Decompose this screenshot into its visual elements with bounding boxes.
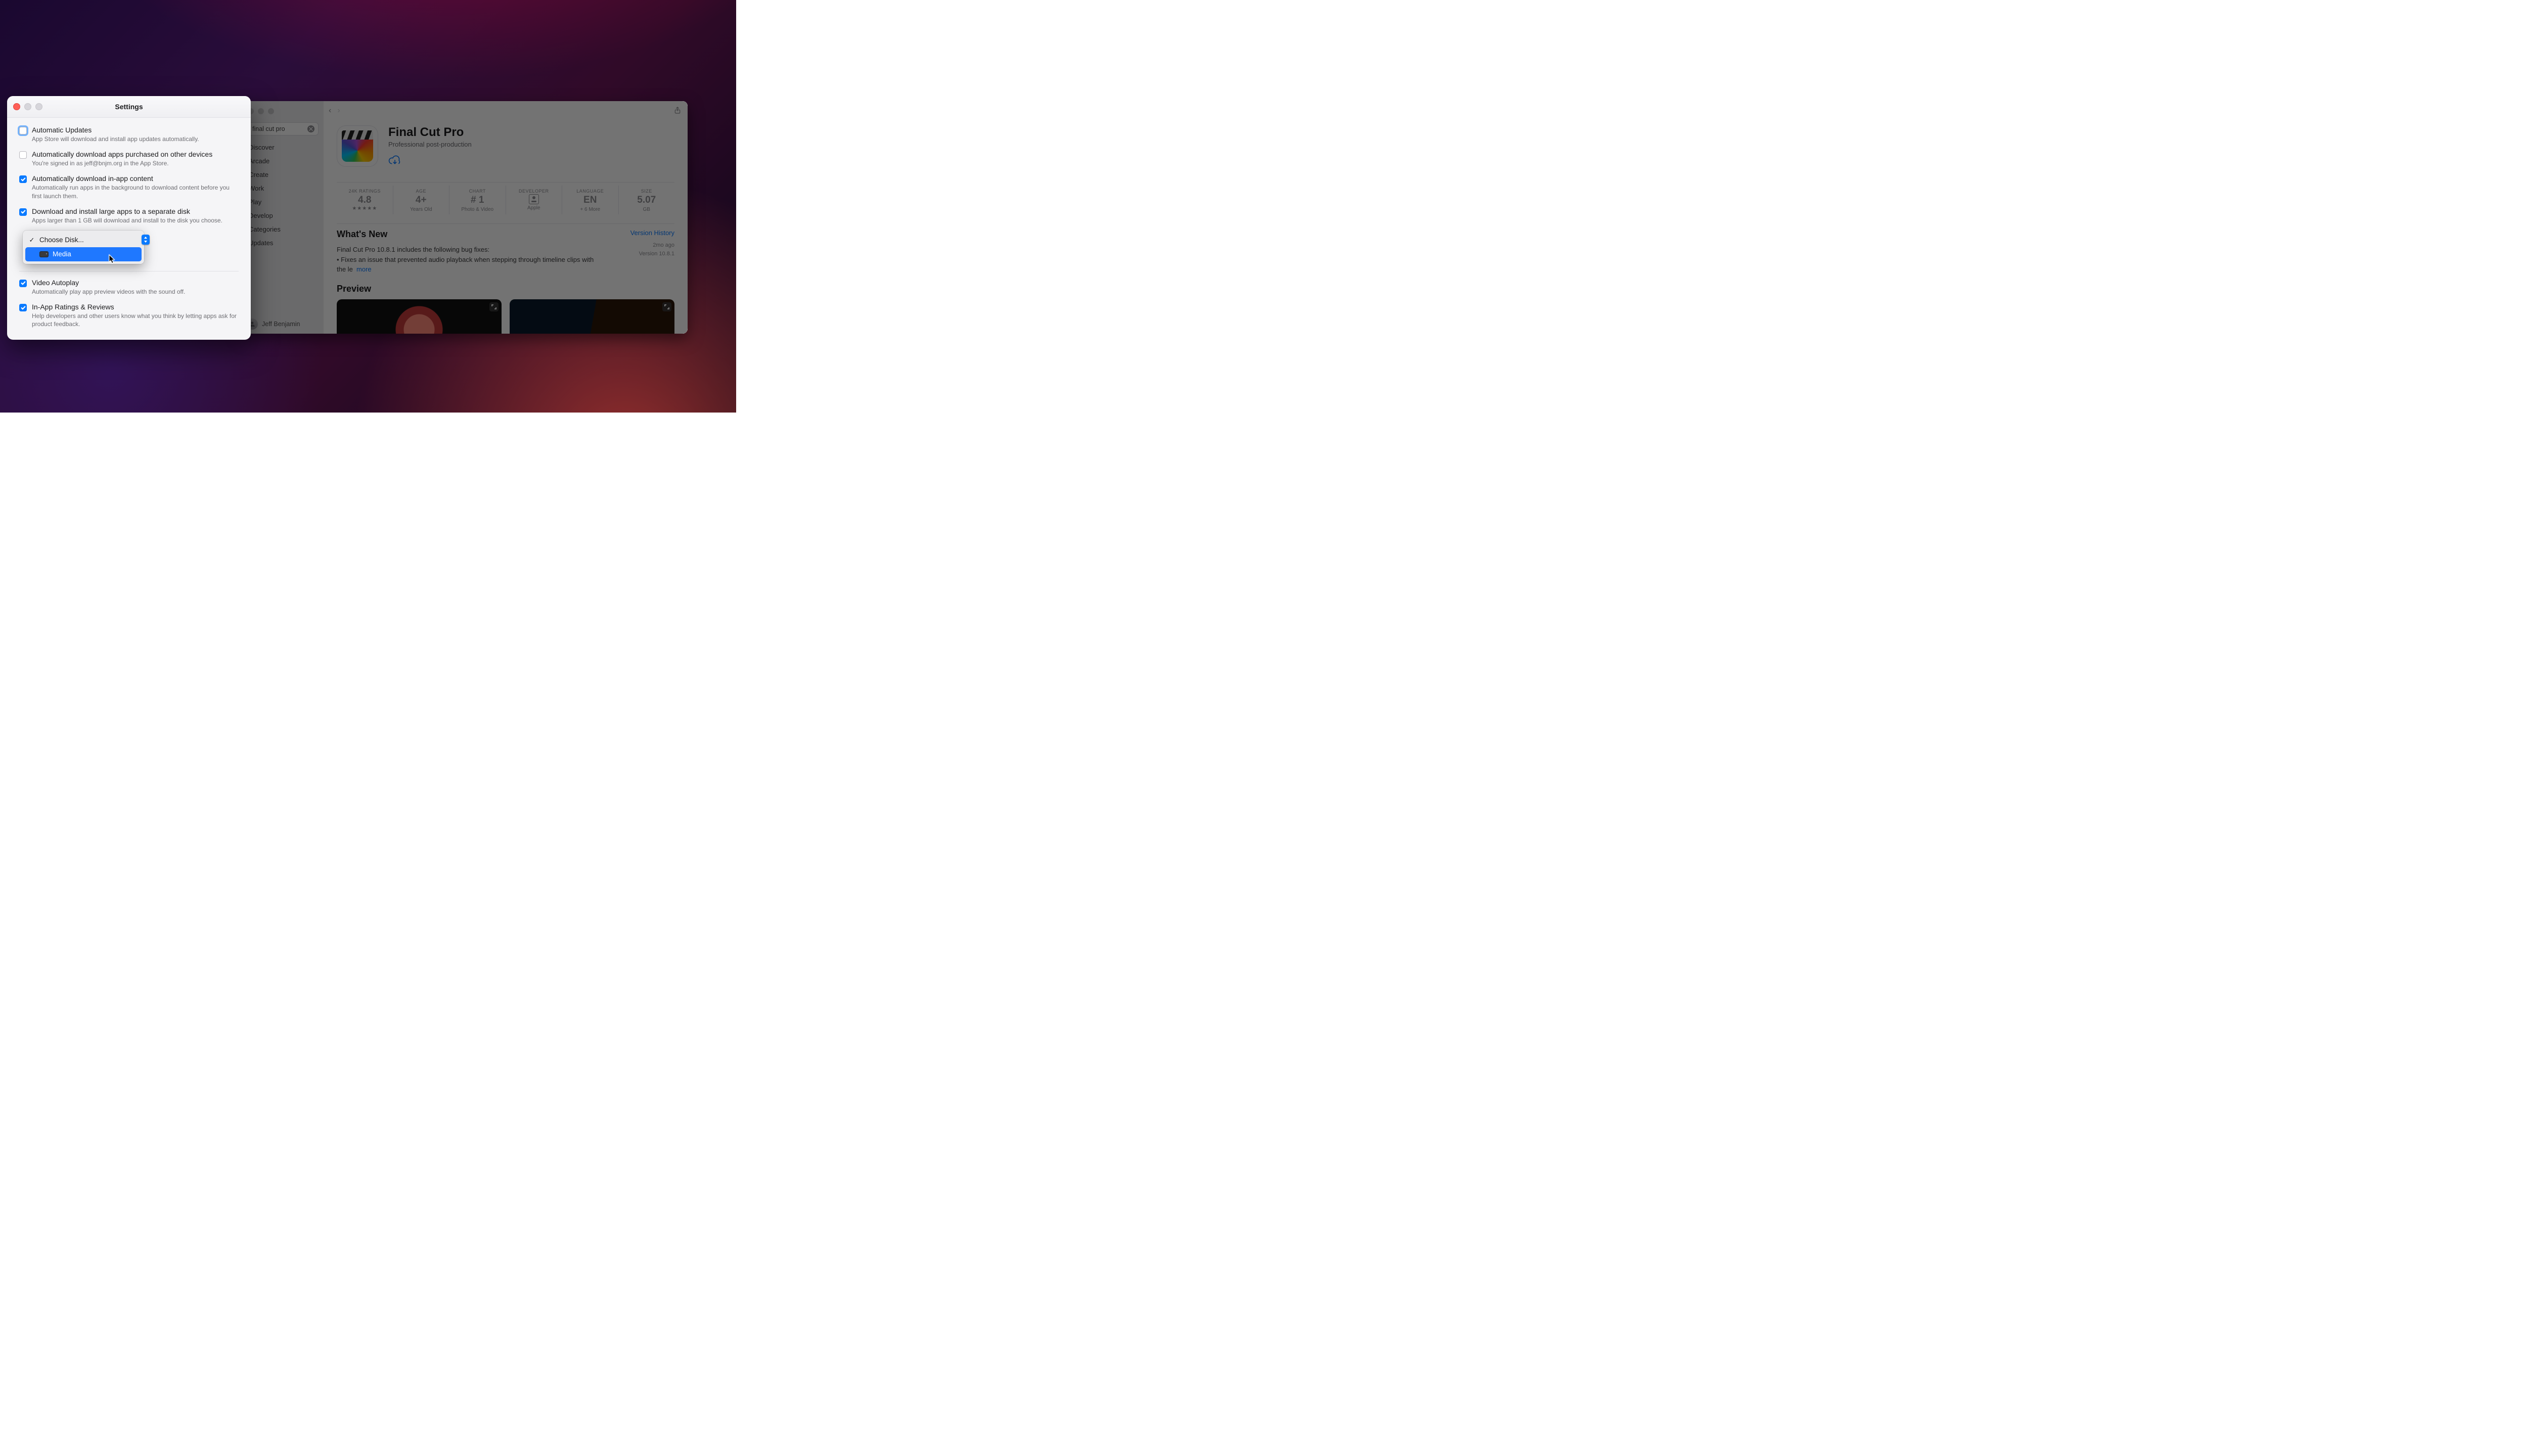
option-desc: Apps larger than 1 GB will download and …: [32, 216, 222, 224]
sidebar-item-develop[interactable]: Develop: [242, 209, 324, 222]
whats-new-line: Final Cut Pro 10.8.1 includes the follow…: [337, 245, 604, 255]
download-cloud-button[interactable]: [388, 155, 472, 169]
option-desc: App Store will download and install app …: [32, 135, 199, 143]
checkmark-icon: ✓: [28, 236, 35, 244]
option-title: In-App Ratings & Reviews: [32, 303, 239, 311]
sidebar-item-arcade[interactable]: Arcade: [242, 154, 324, 168]
version-history-link[interactable]: Version History: [630, 229, 674, 237]
checkbox[interactable]: [19, 208, 27, 216]
checkbox[interactable]: [19, 175, 27, 183]
developer-icon: [529, 194, 539, 204]
clear-search-icon[interactable]: [307, 125, 314, 132]
preview-heading: Preview: [337, 284, 674, 294]
dropdown-item-choose-disk[interactable]: ✓ Choose Disk...: [25, 233, 142, 247]
sidebar-nav: Discover Arcade Create Work Play Develop…: [242, 141, 324, 250]
sidebar-item-play[interactable]: Play: [242, 195, 324, 209]
expand-icon[interactable]: [489, 302, 499, 311]
settings-titlebar: Settings: [7, 96, 251, 118]
sidebar-item-categories[interactable]: Categories: [242, 222, 324, 236]
version-meta: 2mo ago Version 10.8.1: [639, 241, 674, 258]
option-title: Automatically download apps purchased on…: [32, 150, 212, 158]
option-video-autoplay[interactable]: Video Autoplay Automatically play app pr…: [19, 279, 239, 296]
dropdown-toggle-icon[interactable]: [142, 235, 150, 245]
minimize-button[interactable]: [24, 103, 31, 110]
settings-title: Settings: [115, 103, 143, 111]
checkbox[interactable]: [19, 304, 27, 311]
dropdown-item-label: Media: [53, 250, 71, 258]
back-forward-controls: ‹ ›: [329, 106, 340, 115]
app-store-main: ‹ › Final Cut Pro Professional post-prod…: [324, 101, 688, 334]
stat-age[interactable]: AGE 4+ Years Old: [393, 186, 450, 214]
checkbox[interactable]: [19, 151, 27, 159]
checkbox[interactable]: [19, 280, 27, 287]
dropdown-item-label: Choose Disk...: [39, 236, 84, 244]
whats-new-section: What's New Version History 2mo ago Versi…: [337, 223, 674, 275]
stat-developer[interactable]: DEVELOPER Apple: [506, 186, 563, 214]
more-link[interactable]: more: [356, 265, 372, 273]
app-stats-row: 24K RATINGS 4.8 ★★★★★ AGE 4+ Years Old C…: [337, 182, 674, 214]
back-button[interactable]: ‹: [329, 106, 331, 115]
option-automatic-updates[interactable]: Automatic Updates App Store will downloa…: [19, 126, 239, 143]
desktop-wallpaper: Discover Arcade Create Work Play Develop…: [0, 0, 736, 413]
app-header: Final Cut Pro Professional post-producti…: [337, 125, 674, 169]
zoom-button[interactable]: [268, 108, 274, 114]
sidebar-item-work[interactable]: Work: [242, 181, 324, 195]
option-download-inapp-content[interactable]: Automatically download in-app content Au…: [19, 174, 239, 200]
minimize-button[interactable]: [258, 108, 264, 114]
option-desc: Automatically play app preview videos wi…: [32, 288, 185, 296]
app-title: Final Cut Pro: [388, 125, 472, 140]
zoom-button[interactable]: [35, 103, 42, 110]
expand-icon[interactable]: [662, 302, 671, 311]
option-title: Automatic Updates: [32, 126, 199, 134]
preview-row: [337, 299, 674, 334]
option-large-apps-group: Download and install large apps to a sep…: [19, 207, 239, 269]
window-controls: [13, 103, 42, 110]
preview-thumbnail[interactable]: [510, 299, 674, 334]
user-name-label: Jeff Benjamin: [262, 321, 300, 328]
option-inapp-ratings[interactable]: In-App Ratings & Reviews Help developers…: [19, 303, 239, 328]
option-desc: You're signed in as jeff@bnjm.org in the…: [32, 159, 212, 167]
close-button[interactable]: [13, 103, 20, 110]
share-button[interactable]: [673, 106, 682, 117]
option-download-other-devices[interactable]: Automatically download apps purchased on…: [19, 150, 239, 167]
disk-icon: [39, 251, 49, 257]
star-rating-icon: ★★★★★: [337, 206, 393, 211]
stat-language[interactable]: LANGUAGE EN + 6 More: [562, 186, 619, 214]
app-subtitle: Professional post-production: [388, 141, 472, 148]
forward-button[interactable]: ›: [337, 106, 340, 115]
settings-body: Automatic Updates App Store will downloa…: [7, 118, 251, 329]
window-controls: [242, 106, 324, 119]
app-store-sidebar: Discover Arcade Create Work Play Develop…: [242, 101, 324, 334]
settings-window: Settings Automatic Updates App Store wil…: [7, 96, 251, 340]
preview-thumbnail[interactable]: [337, 299, 502, 334]
sidebar-item-discover[interactable]: Discover: [242, 141, 324, 154]
sidebar-item-updates[interactable]: Updates: [242, 236, 324, 250]
option-title: Video Autoplay: [32, 279, 185, 287]
option-desc: Help developers and other users know wha…: [32, 312, 239, 328]
stat-ratings[interactable]: 24K RATINGS 4.8 ★★★★★: [337, 186, 393, 214]
checkbox[interactable]: [19, 127, 27, 134]
stat-chart[interactable]: CHART # 1 Photo & Video: [449, 186, 506, 214]
whats-new-heading: What's New: [337, 229, 674, 240]
option-title: Automatically download in-app content: [32, 174, 239, 183]
stat-size[interactable]: SIZE 5.07 GB: [619, 186, 675, 214]
app-store-window: Discover Arcade Create Work Play Develop…: [242, 101, 688, 334]
whats-new-line: • Fixes an issue that prevented audio pl…: [337, 255, 604, 275]
app-icon: [337, 125, 378, 167]
option-large-apps-separate-disk[interactable]: Download and install large apps to a sep…: [19, 207, 239, 224]
search-field-wrap: [247, 122, 319, 135]
option-desc: Automatically run apps in the background…: [32, 184, 239, 200]
disk-dropdown[interactable]: ✓ Choose Disk... Media: [23, 231, 144, 264]
sidebar-item-create[interactable]: Create: [242, 168, 324, 181]
sidebar-user[interactable]: Jeff Benjamin: [247, 318, 300, 330]
option-title: Download and install large apps to a sep…: [32, 207, 222, 215]
dropdown-item-media[interactable]: Media: [25, 247, 142, 261]
